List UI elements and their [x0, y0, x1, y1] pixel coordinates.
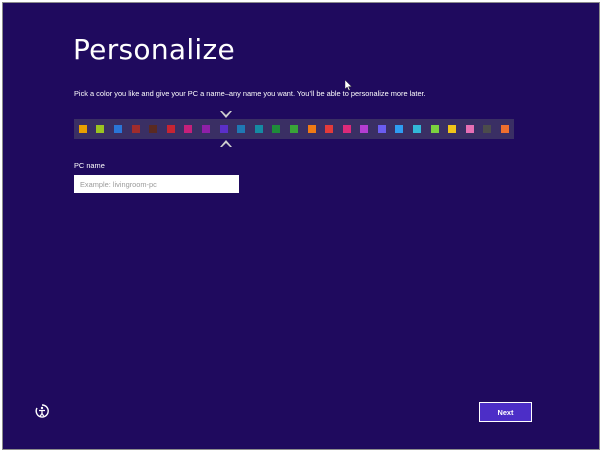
- color-chip: [483, 125, 492, 133]
- color-chip: [237, 125, 246, 133]
- pc-name-label: PC name: [74, 161, 105, 170]
- color-swatch[interactable]: [180, 119, 198, 139]
- page-subtitle: Pick a color you like and give your PC a…: [74, 89, 426, 98]
- color-chip: [448, 125, 457, 133]
- color-chip: [219, 125, 228, 133]
- color-swatch[interactable]: [426, 119, 444, 139]
- color-swatch[interactable]: [443, 119, 461, 139]
- color-swatch[interactable]: [162, 119, 180, 139]
- color-chip: [465, 125, 474, 133]
- color-chip: [360, 125, 369, 133]
- color-chip: [501, 125, 510, 133]
- color-swatch[interactable]: [215, 119, 233, 139]
- color-swatch[interactable]: [74, 119, 92, 139]
- color-palette: [74, 119, 514, 139]
- color-swatch[interactable]: [391, 119, 409, 139]
- color-chip: [96, 125, 105, 133]
- color-chip: [254, 125, 263, 133]
- color-swatch[interactable]: [461, 119, 479, 139]
- color-chip: [413, 125, 422, 133]
- color-swatch[interactable]: [250, 119, 268, 139]
- next-button[interactable]: Next: [479, 402, 532, 422]
- color-swatch[interactable]: [320, 119, 338, 139]
- color-chip: [289, 125, 298, 133]
- page-title: Personalize: [73, 33, 236, 66]
- color-swatch[interactable]: [285, 119, 303, 139]
- color-chip: [113, 125, 122, 133]
- color-swatch[interactable]: [356, 119, 374, 139]
- color-swatch[interactable]: [197, 119, 215, 139]
- color-swatch[interactable]: [408, 119, 426, 139]
- color-chip: [395, 125, 404, 133]
- color-chip: [166, 125, 175, 133]
- color-chip: [307, 125, 316, 133]
- color-swatch[interactable]: [268, 119, 286, 139]
- color-swatch[interactable]: [144, 119, 162, 139]
- color-swatch[interactable]: [496, 119, 514, 139]
- color-chip: [325, 125, 334, 133]
- color-chip: [342, 125, 351, 133]
- color-swatch[interactable]: [373, 119, 391, 139]
- color-swatch[interactable]: [109, 119, 127, 139]
- color-chip: [430, 125, 439, 133]
- color-swatch[interactable]: [338, 119, 356, 139]
- color-chip: [149, 125, 158, 133]
- color-swatch[interactable]: [92, 119, 110, 139]
- color-chip: [377, 125, 386, 133]
- ease-of-access-icon[interactable]: [34, 403, 50, 419]
- color-chip: [272, 125, 281, 133]
- color-swatch[interactable]: [479, 119, 497, 139]
- selected-color-marker-top: [220, 111, 232, 118]
- color-chip: [78, 125, 87, 133]
- color-swatch[interactable]: [232, 119, 250, 139]
- color-swatch[interactable]: [127, 119, 145, 139]
- pc-name-input[interactable]: [74, 175, 239, 193]
- color-chip: [184, 125, 193, 133]
- color-swatch[interactable]: [303, 119, 321, 139]
- selected-color-marker-bottom: [220, 140, 232, 147]
- color-chip: [131, 125, 140, 133]
- mouse-cursor-icon: [345, 80, 353, 91]
- setup-screen: Personalize Pick a color you like and gi…: [2, 2, 600, 450]
- color-chip: [201, 125, 210, 133]
